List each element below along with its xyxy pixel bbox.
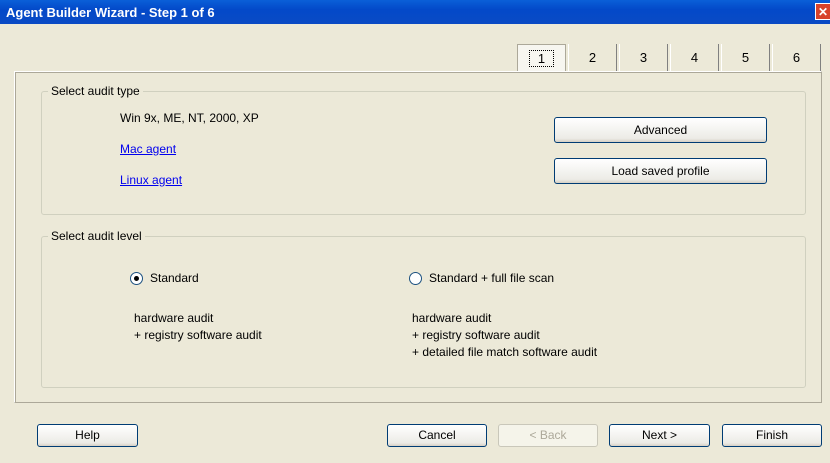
full-scan-radio[interactable] <box>409 272 422 285</box>
windows-agent-label: Win 9x, ME, NT, 2000, XP <box>120 111 259 125</box>
back-button[interactable]: < Back <box>498 424 598 447</box>
tab-step-5[interactable]: 5 <box>721 44 770 71</box>
tab-panel: Select audit type Win 9x, ME, NT, 2000, … <box>14 71 822 403</box>
tab-step-3[interactable]: 3 <box>619 44 668 71</box>
radio-dot <box>134 276 139 281</box>
step-tabs: 1 2 3 4 5 6 <box>517 44 822 73</box>
full-scan-desc-line: hardware audit <box>412 311 492 325</box>
standard-desc-line: hardware audit <box>134 311 214 325</box>
tab-step-2[interactable]: 2 <box>568 44 617 71</box>
audit-level-group: Select audit level Standard hardware aud… <box>41 229 806 388</box>
full-scan-description: hardware audit + registry software audit… <box>412 310 597 361</box>
tab-step-6[interactable]: 6 <box>772 44 821 71</box>
next-button[interactable]: Next > <box>609 424 710 447</box>
mac-agent-link[interactable]: Mac agent <box>120 142 176 156</box>
full-scan-desc-line: + detailed file match software audit <box>412 345 598 359</box>
audit-type-group: Select audit type Win 9x, ME, NT, 2000, … <box>41 84 806 215</box>
help-button[interactable]: Help <box>37 424 138 447</box>
window-title: Agent Builder Wizard - Step 1 of 6 <box>6 5 215 20</box>
standard-desc-line: + registry software audit <box>134 328 262 342</box>
standard-radio[interactable] <box>130 272 143 285</box>
advanced-button[interactable]: Advanced <box>554 117 767 143</box>
linux-agent-link[interactable]: Linux agent <box>120 173 182 187</box>
title-bar[interactable]: Agent Builder Wizard - Step 1 of 6 ✕ <box>0 0 830 24</box>
close-button[interactable]: ✕ <box>815 3 830 20</box>
tab-step-4[interactable]: 4 <box>670 44 719 71</box>
audit-type-legend: Select audit type <box>48 84 143 98</box>
finish-button[interactable]: Finish <box>722 424 822 447</box>
full-scan-desc-line: + registry software audit <box>412 328 540 342</box>
load-saved-profile-button[interactable]: Load saved profile <box>554 158 767 184</box>
standard-radio-label[interactable]: Standard <box>150 271 199 285</box>
tab-step-1[interactable]: 1 <box>517 44 566 73</box>
standard-description: hardware audit + registry software audit <box>134 310 262 344</box>
tab-label: 1 <box>528 50 555 67</box>
audit-level-legend: Select audit level <box>48 229 145 243</box>
cancel-button[interactable]: Cancel <box>387 424 487 447</box>
full-scan-radio-label[interactable]: Standard + full file scan <box>429 271 554 285</box>
